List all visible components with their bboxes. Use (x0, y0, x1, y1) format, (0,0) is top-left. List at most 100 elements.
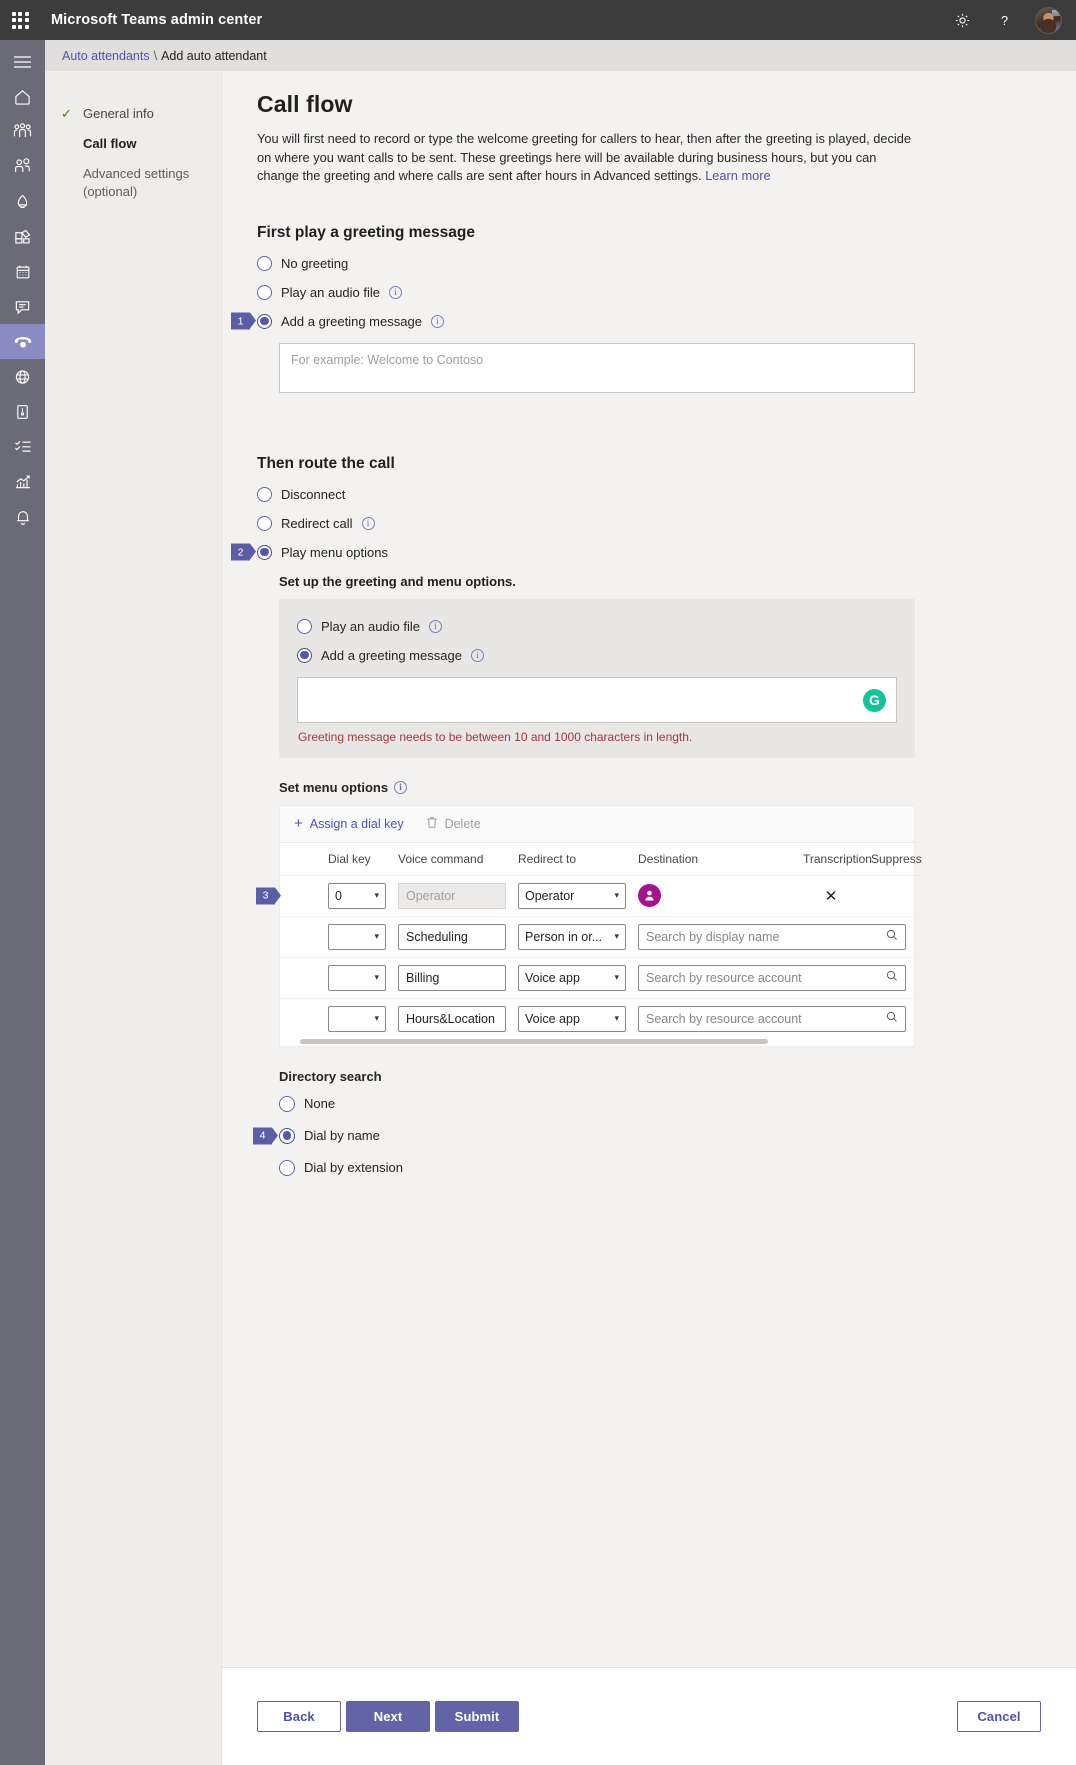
redirect-to-value: Voice app (525, 970, 580, 985)
redirect-to-select[interactable]: Voice app ▾ (518, 964, 626, 991)
radio-add-greeting-message[interactable]: 1 Add a greeting message i (231, 312, 1046, 330)
redirect-to-select[interactable]: Person in or... ▾ (518, 923, 626, 950)
cell-redirect-to[interactable]: Voice app ▾ (512, 957, 632, 999)
redirect-to-select[interactable]: Voice app ▾ (518, 1005, 626, 1032)
radio-indicator (257, 255, 272, 271)
cell-destination[interactable]: Search by display name (632, 916, 921, 958)
info-icon[interactable]: i (389, 285, 403, 299)
radio-dial-by-extension[interactable]: Dial by extension (279, 1159, 1046, 1176)
hamburger-menu-icon[interactable] (0, 44, 45, 79)
cell-destination[interactable]: Search by resource account (632, 998, 921, 1039)
cell-remove[interactable]: ✕ (797, 875, 865, 917)
radio-directory-none[interactable]: None (279, 1095, 1046, 1112)
table-row[interactable]: ▾ Hours&Location Voice app ▾ Search by r… (280, 998, 921, 1039)
redirect-to-value: Person in or... (525, 929, 603, 944)
close-x-icon[interactable]: ✕ (803, 887, 859, 905)
voice-command-input[interactable]: Operator (398, 882, 506, 909)
avatar[interactable] (1035, 6, 1062, 34)
cancel-button[interactable]: Cancel (957, 1701, 1041, 1732)
voice-phone-icon[interactable] (0, 324, 45, 359)
grammarly-icon[interactable]: G (863, 688, 886, 712)
menu-options-table: Dial key Voice command Redirect to Desti… (256, 841, 922, 1039)
devices-icon[interactable] (0, 394, 45, 429)
cell-destination[interactable] (632, 875, 797, 917)
wizard-steps: ✓ General info Call flow Advanced settin… (45, 71, 222, 1765)
info-icon[interactable]: i (470, 648, 484, 662)
directory-search-title: Directory search (279, 1068, 382, 1084)
cell-redirect-to[interactable]: Person in or... ▾ (512, 916, 632, 958)
row-select-cell (280, 916, 322, 958)
cell-redirect-to[interactable]: Voice app ▾ (512, 998, 632, 1039)
dial-key-select[interactable]: 0 ▾ (328, 882, 386, 909)
learn-more-link[interactable]: Learn more (705, 168, 770, 183)
apps-icon[interactable] (0, 219, 45, 254)
cell-voice-command[interactable]: Scheduling (392, 916, 512, 958)
next-button[interactable]: Next (346, 1701, 430, 1732)
cell-voice-command[interactable]: Billing (392, 957, 512, 999)
back-button[interactable]: Back (257, 1701, 341, 1732)
cell-dial-key[interactable]: 0 ▾ (322, 875, 392, 917)
voice-command-input[interactable]: Billing (398, 964, 506, 991)
step-call-flow[interactable]: Call flow (45, 129, 221, 159)
voice-command-input[interactable]: Scheduling (398, 923, 506, 950)
gear-icon[interactable] (951, 9, 973, 31)
help-question-icon[interactable]: ? (993, 9, 1015, 31)
dial-key-select[interactable]: ▾ (328, 1005, 386, 1032)
radio-play-audio-file[interactable]: Play an audio file i (257, 284, 1046, 300)
destination-search-input[interactable]: Search by resource account (638, 1005, 906, 1032)
policy-checklist-icon[interactable] (0, 429, 45, 464)
delete-button[interactable]: Delete (426, 816, 481, 832)
radio-dial-by-name[interactable]: 4 Dial by name (253, 1127, 1046, 1144)
table-row[interactable]: 3 0 ▾ Operator Operator ▾ ✕ (256, 875, 921, 917)
calendar-icon[interactable] (0, 254, 45, 289)
cell-dial-key[interactable]: ▾ (322, 916, 392, 958)
radio-label: Add a greeting message (321, 647, 462, 663)
messaging-icon[interactable] (0, 289, 45, 324)
greeting-message-textarea[interactable]: For example: Welcome to Contoso (279, 342, 915, 393)
table-row[interactable]: ▾ Billing Voice app ▾ Search by resource… (280, 957, 921, 999)
app-launcher-icon[interactable] (0, 0, 40, 40)
radio-label: Disconnect (281, 486, 346, 502)
notifications-bell-icon[interactable] (0, 499, 45, 534)
persona-avatar-icon[interactable] (638, 884, 661, 907)
radio-no-greeting[interactable]: No greeting (257, 255, 1046, 271)
radio-disconnect[interactable]: Disconnect (257, 486, 1046, 502)
menu-greeting-textarea[interactable] (297, 676, 897, 723)
breadcrumb-parent[interactable]: Auto attendants (62, 49, 150, 63)
redirect-to-select[interactable]: Operator ▾ (518, 882, 626, 909)
info-icon[interactable]: i (430, 314, 444, 328)
assign-dial-key-button[interactable]: + Assign a dial key (294, 816, 404, 831)
table-row[interactable]: ▾ Scheduling Person in or... ▾ Search by… (280, 916, 921, 958)
page-description: You will first need to record or type th… (257, 130, 917, 186)
radio-menu-play-audio-file[interactable]: Play an audio file i (297, 618, 897, 634)
destination-search-input[interactable]: Search by display name (638, 923, 906, 950)
voice-command-input[interactable]: Hours&Location (398, 1005, 506, 1032)
info-icon[interactable]: i (394, 780, 408, 794)
globe-icon[interactable] (0, 359, 45, 394)
cell-voice-command[interactable]: Hours&Location (392, 998, 512, 1039)
radio-menu-add-greeting-message[interactable]: Add a greeting message i (297, 647, 897, 663)
cell-destination[interactable]: Search by resource account (632, 957, 921, 999)
dial-key-select[interactable]: ▾ (328, 923, 386, 950)
analytics-icon[interactable] (0, 464, 45, 499)
table-horizontal-scrollbar[interactable] (280, 1038, 914, 1046)
info-icon[interactable]: i (361, 516, 375, 530)
cell-redirect-to[interactable]: Operator ▾ (512, 875, 632, 917)
cell-dial-key[interactable]: ▾ (322, 998, 392, 1039)
info-icon[interactable]: i (429, 619, 443, 633)
radio-label: Dial by extension (304, 1160, 403, 1175)
users-icon[interactable] (0, 149, 45, 184)
radio-redirect-call[interactable]: Redirect call i (257, 515, 1046, 531)
home-icon[interactable] (0, 79, 45, 114)
cell-dial-key[interactable]: ▾ (322, 957, 392, 999)
destination-search-input[interactable]: Search by resource account (638, 964, 906, 991)
radio-play-menu-options[interactable]: 2 Play menu options (231, 543, 1046, 561)
meetings-icon[interactable] (0, 184, 45, 219)
submit-button[interactable]: Submit (435, 1701, 519, 1732)
suite-header: Microsoft Teams admin center ? (0, 0, 1076, 40)
teams-icon[interactable] (0, 114, 45, 149)
step-advanced-settings[interactable]: Advanced settings (optional) (45, 159, 221, 207)
cell-voice-command[interactable]: Operator (392, 875, 512, 917)
dial-key-select[interactable]: ▾ (328, 964, 386, 991)
step-general-info[interactable]: ✓ General info (45, 99, 221, 129)
